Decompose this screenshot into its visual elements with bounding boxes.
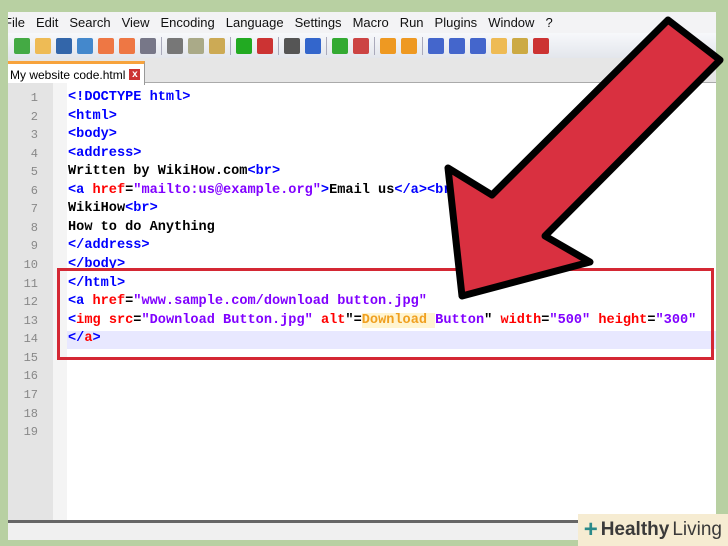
healthy-living-logo: + Healthy Living — [577, 514, 728, 546]
logo-brand: Healthy — [600, 519, 670, 540]
logo-suffix: Living — [672, 519, 722, 540]
arrow-shape — [444, 16, 724, 300]
red-arrow — [444, 16, 724, 300]
plus-leaf-icon: + — [583, 516, 598, 543]
